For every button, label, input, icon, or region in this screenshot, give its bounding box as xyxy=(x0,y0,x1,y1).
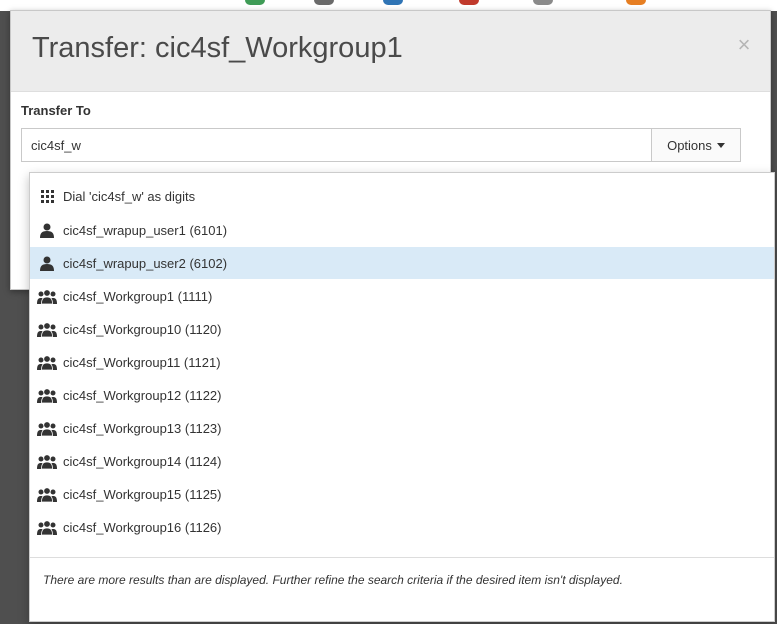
users-icon xyxy=(37,420,57,436)
user-option[interactable]: cic4sf_wrapup_user1 (6101) xyxy=(30,214,774,246)
dialog-title: Transfer: cic4sf_Workgroup1 xyxy=(32,32,403,64)
option-label: Dial 'cic4sf_w' as digits xyxy=(63,188,196,204)
background-status-dot xyxy=(626,0,646,5)
background-status-dot xyxy=(383,0,403,5)
workgroup-option[interactable]: cic4sf_Workgroup14 (1124) xyxy=(30,445,774,477)
users-icon xyxy=(37,519,57,535)
option-label: cic4sf_Workgroup14 (1124) xyxy=(63,453,222,469)
transfer-to-input[interactable] xyxy=(22,129,652,161)
grid-icon xyxy=(37,188,57,204)
users-icon xyxy=(37,354,57,370)
option-label: cic4sf_Workgroup16 (1126) xyxy=(63,519,222,535)
option-label: cic4sf_wrapup_user2 (6102) xyxy=(63,255,228,271)
close-button[interactable]: × xyxy=(735,34,753,56)
workgroup-option[interactable]: cic4sf_Workgroup12 (1122) xyxy=(30,379,774,411)
user-option-selected[interactable]: cic4sf_wrapup_user2 (6102) xyxy=(30,247,774,279)
users-icon xyxy=(37,288,57,304)
background-status-dot xyxy=(314,0,334,5)
user-icon xyxy=(37,222,57,238)
background-status-dot xyxy=(533,0,553,5)
workgroup-option[interactable]: cic4sf_Workgroup11 (1121) xyxy=(30,346,774,378)
workgroup-option[interactable]: cic4sf_Workgroup16 (1126) xyxy=(30,511,774,543)
workgroup-option[interactable]: cic4sf_Workgroup10 (1120) xyxy=(30,313,774,345)
option-label: cic4sf_Workgroup13 (1123) xyxy=(63,420,222,436)
workgroup-option[interactable]: cic4sf_Workgroup15 (1125) xyxy=(30,478,774,510)
dial-digits-option[interactable]: Dial 'cic4sf_w' as digits xyxy=(30,180,774,212)
background-status-dot xyxy=(245,0,265,5)
option-label: cic4sf_Workgroup12 (1122) xyxy=(63,387,222,403)
dialog-header: Transfer: cic4sf_Workgroup1 × xyxy=(11,11,770,92)
option-label: cic4sf_Workgroup11 (1121) xyxy=(63,354,221,370)
transfer-input-group: Options xyxy=(21,128,741,162)
transfer-to-label: Transfer To xyxy=(21,103,91,118)
background-status-dot xyxy=(459,0,479,5)
workgroup-option[interactable]: cic4sf_Workgroup1 (1111) xyxy=(30,280,774,312)
caret-down-icon xyxy=(716,142,725,148)
user-icon xyxy=(37,255,57,271)
options-label: Options xyxy=(667,137,712,153)
users-icon xyxy=(37,387,57,403)
options-dropdown-button[interactable]: Options xyxy=(651,129,740,161)
users-icon xyxy=(37,453,57,469)
workgroup-option[interactable]: cic4sf_Workgroup13 (1123) xyxy=(30,412,774,444)
transfer-suggestions-dropdown: Dial 'cic4sf_w' as digits cic4sf_wrapup_… xyxy=(29,172,775,622)
option-label: cic4sf_Workgroup1 (1111) xyxy=(63,288,213,304)
option-label: cic4sf_Workgroup15 (1125) xyxy=(63,486,222,502)
users-icon xyxy=(37,486,57,502)
more-results-note: There are more results than are displaye… xyxy=(30,557,774,621)
users-icon xyxy=(37,321,57,337)
option-label: cic4sf_wrapup_user1 (6101) xyxy=(63,222,228,238)
option-label: cic4sf_Workgroup10 (1120) xyxy=(63,321,222,337)
